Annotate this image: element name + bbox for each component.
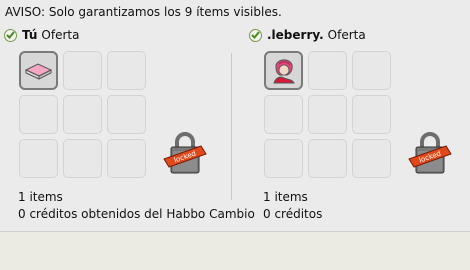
item-slot[interactable]: [308, 95, 347, 134]
item-slot[interactable]: [19, 95, 58, 134]
pink-hair-avatar-item-icon: [273, 59, 295, 84]
right-offer-status: Oferta: [327, 28, 366, 42]
window-footer: [0, 232, 470, 270]
item-slot[interactable]: [19, 139, 58, 178]
left-credits: 0 créditos obtenidos del Habbo Cambio: [18, 207, 255, 221]
left-item-grid: [19, 51, 146, 178]
left-trader-name: Tú: [22, 28, 38, 42]
item-slot[interactable]: [63, 139, 102, 178]
item-slot[interactable]: [19, 51, 58, 90]
accepted-check-icon: [4, 28, 17, 42]
right-item-grid: [264, 51, 391, 178]
pink-tile-item-icon: [24, 63, 53, 80]
locked-sign-icon: locked: [163, 132, 207, 174]
right-offer-header: .leberry. Oferta: [249, 27, 366, 43]
item-slot[interactable]: [264, 139, 303, 178]
warning-text: AVISO: Solo garantizamos los 9 ítems vis…: [5, 5, 282, 19]
right-trader-name: .leberry.: [267, 28, 324, 42]
right-credits: 0 créditos: [263, 207, 323, 221]
item-slot[interactable]: [308, 139, 347, 178]
item-slot[interactable]: [352, 51, 391, 90]
item-slot[interactable]: [308, 51, 347, 90]
offer-divider: [231, 53, 232, 200]
left-items-count: 1 items: [18, 190, 63, 204]
item-slot[interactable]: [107, 139, 146, 178]
accepted-check-icon: [249, 28, 262, 42]
item-slot[interactable]: [107, 51, 146, 90]
item-slot[interactable]: [63, 95, 102, 134]
locked-sign-icon: locked: [408, 132, 452, 174]
item-slot[interactable]: [264, 95, 303, 134]
item-slot[interactable]: [264, 51, 303, 90]
item-slot[interactable]: [352, 139, 391, 178]
item-slot[interactable]: [63, 51, 102, 90]
left-offer-status: Oferta: [41, 28, 80, 42]
item-slot[interactable]: [107, 95, 146, 134]
left-offer-header: Tú Oferta: [4, 27, 79, 43]
right-items-count: 1 items: [263, 190, 308, 204]
item-slot[interactable]: [352, 95, 391, 134]
trade-window: AVISO: Solo garantizamos los 9 ítems vis…: [0, 0, 470, 232]
